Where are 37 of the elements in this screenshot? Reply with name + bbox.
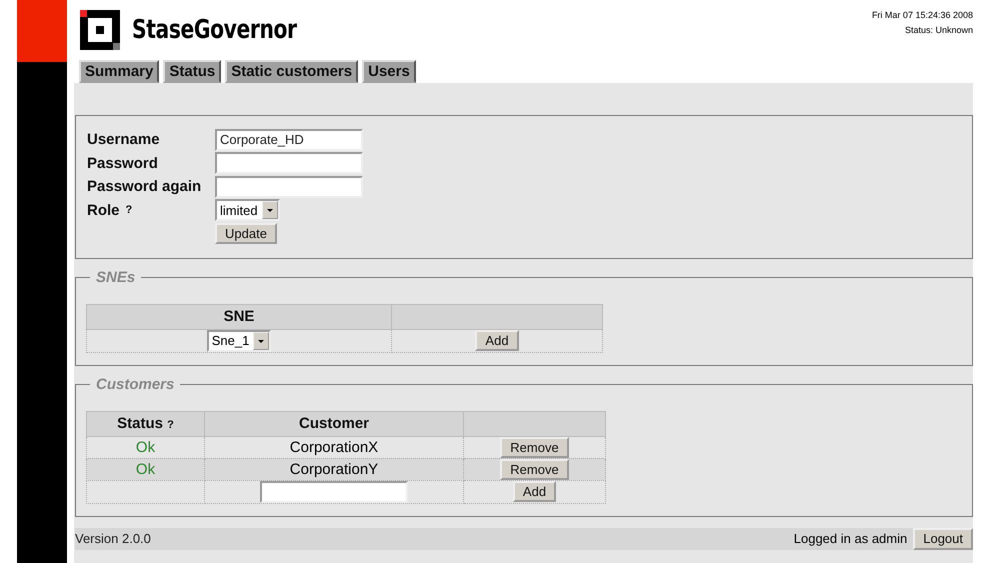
- remove-button[interactable]: Remove: [500, 458, 569, 480]
- date-time: Fri Mar 07 15:24:36 2008: [872, 10, 973, 20]
- customer-name: CorporationY: [290, 460, 378, 478]
- logo-icon: [80, 10, 120, 50]
- login-text: Logged in as admin: [794, 531, 908, 546]
- tab[interactable]: Status: [163, 60, 222, 83]
- field-label: Role: [87, 202, 120, 219]
- text-field[interactable]: [215, 152, 363, 174]
- version-text: Version 2.0.0: [75, 531, 151, 546]
- text-field[interactable]: [215, 176, 363, 198]
- tab[interactable]: Summary: [79, 60, 160, 83]
- column-header: Status ?: [86, 411, 204, 436]
- add-button[interactable]: Add: [512, 481, 556, 502]
- role-select[interactable]: limited: [215, 199, 280, 222]
- logout-button[interactable]: Logout: [913, 528, 973, 550]
- accent-block: [17, 0, 67, 62]
- update-button[interactable]: Update: [215, 223, 277, 244]
- customer-name: CorporationX: [290, 438, 378, 456]
- app-title: StaseGovernor: [132, 15, 297, 45]
- field-label: Password again: [87, 178, 202, 196]
- sne-select[interactable]: Sne_1: [206, 330, 272, 352]
- field-label: Password: [87, 154, 159, 172]
- status-text: Status: Unknown: [904, 25, 973, 35]
- section-legend: Customers: [90, 376, 180, 392]
- column-header: Customer: [204, 411, 464, 436]
- tab[interactable]: Static customers: [225, 60, 358, 83]
- customer-input[interactable]: [260, 480, 408, 502]
- remove-button[interactable]: Remove: [500, 436, 569, 458]
- column-header: SNE: [86, 304, 392, 329]
- text-field[interactable]: Corporate_HD: [215, 128, 363, 151]
- status-ok: Ok: [136, 460, 156, 478]
- tab[interactable]: Users: [362, 60, 416, 83]
- field-label: Username: [87, 131, 161, 148]
- status-ok: Ok: [136, 438, 156, 456]
- add-button[interactable]: Add: [475, 330, 519, 351]
- section-legend: SNEs: [90, 268, 142, 286]
- help-mark[interactable]: ?: [126, 204, 132, 216]
